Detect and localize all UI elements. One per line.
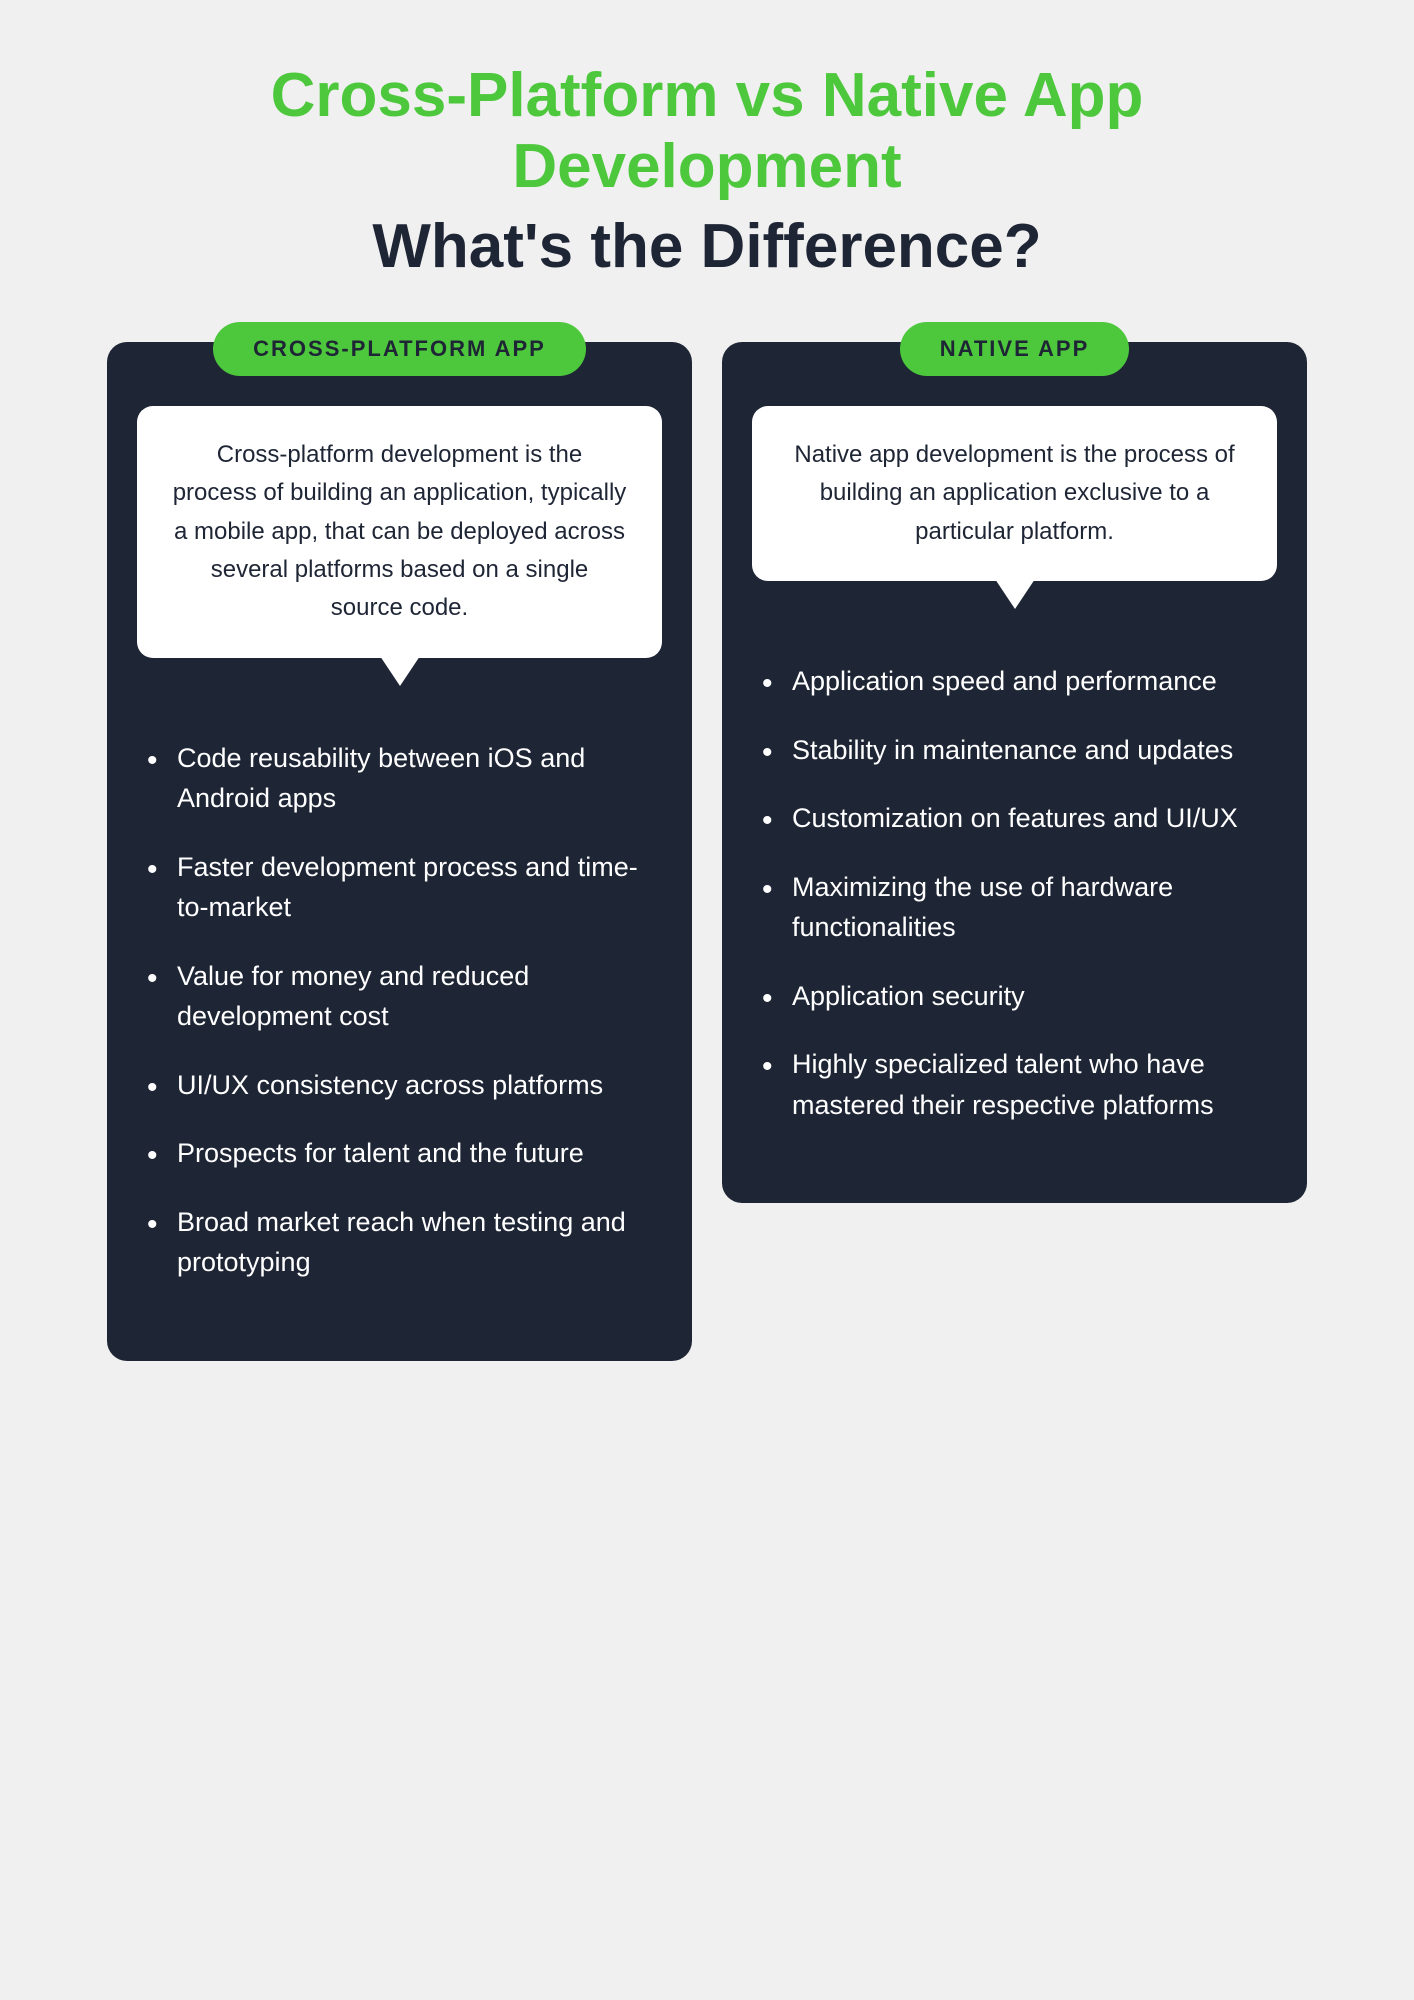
list-item: Broad market reach when testing and prot… [147,1202,652,1283]
columns-wrapper: CROSS-PLATFORM APP Cross-platform develo… [107,342,1307,1361]
header-title-dark: What's the Difference? [271,211,1144,282]
header: Cross-Platform vs Native App Development… [271,60,1144,282]
native-app-badge: NATIVE APP [900,322,1130,376]
page-wrapper: Cross-Platform vs Native App Development… [107,60,1307,1361]
native-app-description: Native app development is the process of… [752,406,1277,581]
header-title-green: Cross-Platform vs Native App Development [271,60,1144,203]
list-item: Application security [762,976,1267,1017]
list-item: Highly specialized talent who have maste… [762,1044,1267,1125]
list-item: Application speed and performance [762,661,1267,702]
list-item: Code reusability between iOS and Android… [147,738,652,819]
cross-platform-bullet-list: Code reusability between iOS and Android… [107,698,692,1311]
list-item: Stability in maintenance and updates [762,730,1267,771]
cross-platform-description: Cross-platform development is the proces… [137,406,662,658]
native-app-bullet-list: Application speed and performance Stabil… [722,621,1307,1153]
cross-platform-column: CROSS-PLATFORM APP Cross-platform develo… [107,342,692,1361]
cross-platform-badge: CROSS-PLATFORM APP [213,322,586,376]
list-item: Value for money and reduced development … [147,956,652,1037]
header-green-line2: Development [512,132,901,201]
list-item: Customization on features and UI/UX [762,798,1267,839]
header-green-line1: Cross-Platform vs Native App [271,61,1144,130]
list-item: Maximizing the use of hardware functiona… [762,867,1267,948]
list-item: Prospects for talent and the future [147,1133,652,1174]
native-app-column: NATIVE APP Native app development is the… [722,342,1307,1203]
list-item: UI/UX consistency across platforms [147,1065,652,1106]
list-item: Faster development process and time-to-m… [147,847,652,928]
